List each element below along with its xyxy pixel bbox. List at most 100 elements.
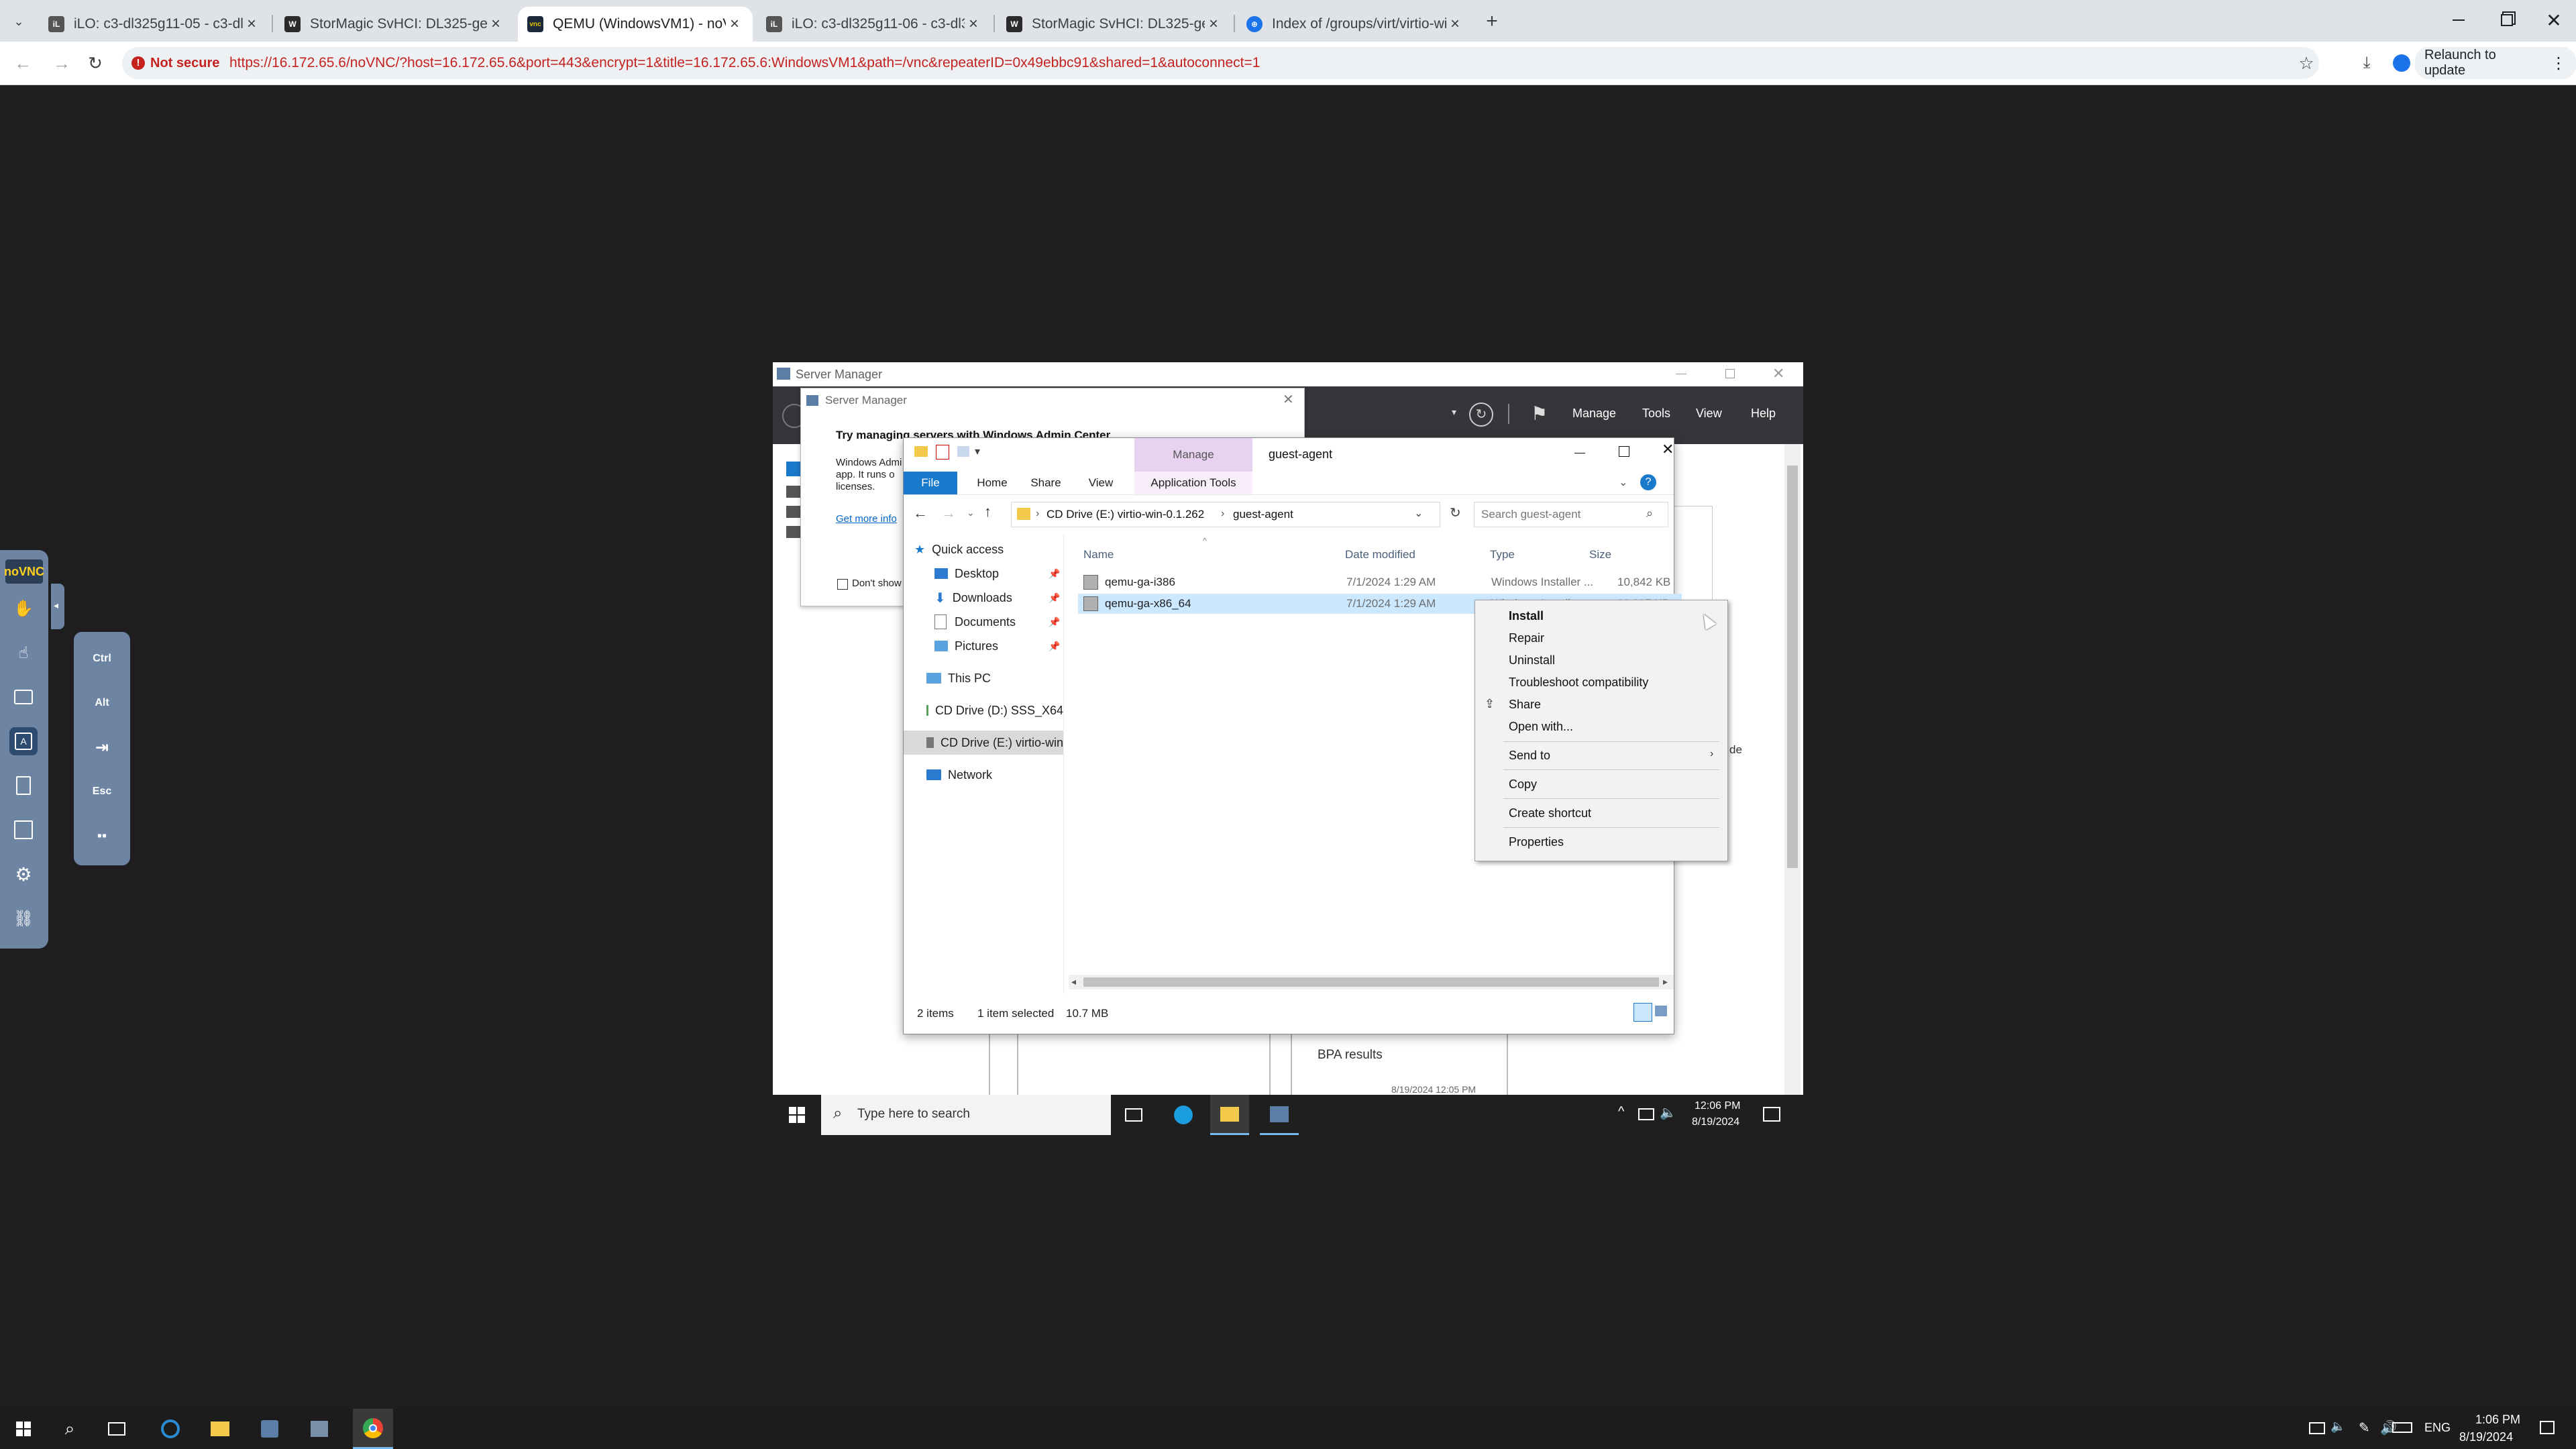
host-search-button[interactable]: ⌕ xyxy=(56,1417,83,1441)
close-icon[interactable]: × xyxy=(487,15,504,34)
help-icon[interactable]: ? xyxy=(1640,474,1656,490)
forward-icon[interactable]: → xyxy=(941,504,956,522)
menu-item-repair[interactable]: Repair xyxy=(1509,628,1544,648)
large-icons-view-icon[interactable] xyxy=(1655,1006,1667,1016)
show-hidden-icons-icon[interactable]: ^ xyxy=(1618,1104,1624,1120)
notification-center-icon[interactable] xyxy=(2540,1421,2555,1434)
ctrl-key-button[interactable]: Ctrl xyxy=(83,643,121,675)
vm-clock-date[interactable]: 8/19/2024 xyxy=(1692,1116,1739,1128)
vm-start-button[interactable] xyxy=(773,1095,821,1135)
vm-clock-time[interactable]: 12:06 PM xyxy=(1695,1100,1740,1112)
nav-this-pc[interactable]: This PC xyxy=(926,666,991,690)
nav-pictures[interactable]: Pictures 📌 xyxy=(934,634,1063,658)
back-icon[interactable]: ← xyxy=(913,504,928,522)
relaunch-to-update-button[interactable]: Relaunch to update ⋮ xyxy=(2415,47,2576,79)
customize-quick-access-icon[interactable]: ▾ xyxy=(975,445,980,458)
taskbar-edge-button[interactable] xyxy=(1171,1103,1195,1127)
scrollbar-thumb[interactable] xyxy=(1787,466,1798,868)
all-servers-sidebar-icon[interactable] xyxy=(786,506,801,518)
new-tab-button[interactable]: + xyxy=(1480,9,1504,34)
host-chrome-button[interactable] xyxy=(353,1409,393,1449)
vm-search-box[interactable]: ⌕ Type here to search xyxy=(821,1095,1111,1135)
nav-desktop[interactable]: Desktop 📌 xyxy=(934,561,1063,586)
extra-keys-button[interactable] xyxy=(9,683,38,711)
esc-key-button[interactable]: Esc xyxy=(83,775,121,808)
menu-item-troubleshoot-compatibility[interactable]: Troubleshoot compatibility xyxy=(1509,672,1648,692)
touch-gestures-button[interactable]: ☝ xyxy=(9,639,38,667)
column-header-date-modified[interactable]: Date modified xyxy=(1345,548,1415,561)
restore-window-button[interactable] xyxy=(2490,8,2524,32)
ribbon-tab-home[interactable]: Home xyxy=(965,472,1019,494)
vertical-scrollbar[interactable] xyxy=(1784,444,1801,1095)
host-clock-time[interactable]: 1:06 PM xyxy=(2475,1413,2520,1427)
horizontal-scrollbar[interactable]: ◂ ▸ xyxy=(1069,975,1674,989)
close-icon[interactable]: × xyxy=(243,15,260,34)
tab-key-button[interactable]: ⇥ xyxy=(83,731,121,763)
clipboard-button[interactable] xyxy=(9,771,38,800)
disconnect-button[interactable]: ⛓ xyxy=(9,904,38,932)
alt-key-button[interactable]: Alt xyxy=(83,687,121,719)
taskbar-file-explorer-button[interactable] xyxy=(1210,1095,1249,1135)
url-text[interactable]: https://16.172.65.6/noVNC/?host=16.172.6… xyxy=(229,55,1260,71)
recent-locations-icon[interactable]: ⌄ xyxy=(967,507,975,519)
vnc-remote-screen[interactable]: Server Manager ✕ ▾ ↻ ⚑ Manage Tools View… xyxy=(773,362,1803,1135)
file-row-qemu-ga-i386[interactable]: qemu-ga-i386 7/1/2024 1:29 AM Windows In… xyxy=(1078,572,1682,592)
browser-tab-ilo-05[interactable]: iL iLO: c3-dl325g11-05 - c3-dl325 × xyxy=(39,7,270,42)
not-secure-chip[interactable]: ! Not secure xyxy=(131,53,219,73)
column-header-size[interactable]: Size xyxy=(1589,548,1611,561)
browser-tab-virtio-index[interactable]: ⊕ Index of /groups/virt/virtio-win × xyxy=(1237,7,1473,42)
forward-button[interactable]: → xyxy=(48,50,75,76)
file-services-sidebar-icon[interactable] xyxy=(786,526,801,538)
menu-tools[interactable]: Tools xyxy=(1642,407,1670,421)
flag-icon[interactable]: ⚑ xyxy=(1531,402,1548,425)
nav-cd-drive-d[interactable]: CD Drive (D:) SSS_X64 xyxy=(926,698,1063,722)
bpa-results-label[interactable]: BPA results xyxy=(1318,1048,1383,1063)
tray-network-icon[interactable] xyxy=(2309,1422,2325,1434)
scroll-right-icon[interactable]: ▸ xyxy=(1663,976,1668,987)
dashboard-sidebar-icon[interactable] xyxy=(786,462,801,476)
manage-context-tab[interactable]: Manage xyxy=(1134,438,1252,472)
menu-item-install[interactable]: Install xyxy=(1509,606,1544,626)
tray-alert-icon[interactable]: 🔈 xyxy=(2330,1419,2345,1434)
search-input[interactable]: Search guest-agent ⌕ xyxy=(1474,502,1668,527)
nav-documents[interactable]: Documents 📌 xyxy=(934,610,1063,634)
close-icon[interactable]: × xyxy=(1205,15,1222,34)
close-window-button[interactable]: ✕ xyxy=(2537,8,2571,32)
touch-keyboard-icon[interactable] xyxy=(2392,1422,2412,1433)
close-icon[interactable]: ✕ xyxy=(1283,391,1294,408)
tray-pen-icon[interactable]: ✎ xyxy=(2359,1419,2370,1436)
up-icon[interactable]: ↑ xyxy=(984,503,991,521)
host-start-button[interactable] xyxy=(0,1409,47,1449)
input-language-indicator[interactable]: ENG xyxy=(2424,1421,2451,1435)
drag-viewport-button[interactable]: ✋ xyxy=(9,594,38,623)
menu-item-share[interactable]: Share xyxy=(1509,694,1541,714)
menu-item-properties[interactable]: Properties xyxy=(1509,832,1564,852)
profile-button[interactable] xyxy=(2390,51,2414,75)
ribbon-tab-file[interactable]: File xyxy=(904,472,957,494)
minimize-window-button[interactable] xyxy=(2442,8,2475,32)
menu-item-create-shortcut[interactable]: Create shortcut xyxy=(1509,803,1591,823)
browser-tab-novnc[interactable]: vnc QEMU (WindowsVM1) - noVNC × xyxy=(518,7,753,42)
breadcrumb-guest-agent[interactable]: guest-agent xyxy=(1233,508,1293,521)
close-icon[interactable]: × xyxy=(1446,15,1464,34)
expand-ribbon-icon[interactable]: ⌄ xyxy=(1619,476,1627,489)
network-tray-icon[interactable] xyxy=(1638,1108,1654,1120)
details-view-icon[interactable] xyxy=(1633,1003,1652,1022)
breadcrumb-cd-drive[interactable]: CD Drive (E:) virtio-win-0.1.262 xyxy=(1046,508,1204,521)
address-path-box[interactable]: › CD Drive (E:) virtio-win-0.1.262 › gue… xyxy=(1011,502,1440,527)
menu-help[interactable]: Help xyxy=(1751,407,1776,421)
downloads-button[interactable]: ⤓ xyxy=(2353,51,2380,75)
host-app-button[interactable] xyxy=(256,1415,283,1442)
ribbon-tab-view[interactable]: View xyxy=(1074,472,1128,494)
host-file-explorer-button[interactable] xyxy=(207,1415,233,1442)
menu-item-uninstall[interactable]: Uninstall xyxy=(1509,650,1555,670)
host-clock-date[interactable]: 8/19/2024 xyxy=(2459,1430,2513,1444)
toggle-extra-keys-button[interactable]: A xyxy=(9,727,38,755)
browser-tab-stormagic-2[interactable]: W StorMagic SvHCI: DL325-gen11 × xyxy=(997,7,1232,42)
close-icon[interactable]: × xyxy=(965,15,982,34)
browser-tab-stormagic-1[interactable]: W StorMagic SvHCI: DL325-gen11 × xyxy=(275,7,514,42)
refresh-icon[interactable]: ↻ xyxy=(1450,504,1461,521)
nav-downloads[interactable]: ⬇ Downloads 📌 xyxy=(934,586,1063,610)
menu-item-open-with[interactable]: Open with... xyxy=(1509,716,1573,737)
menu-view[interactable]: View xyxy=(1696,407,1722,421)
